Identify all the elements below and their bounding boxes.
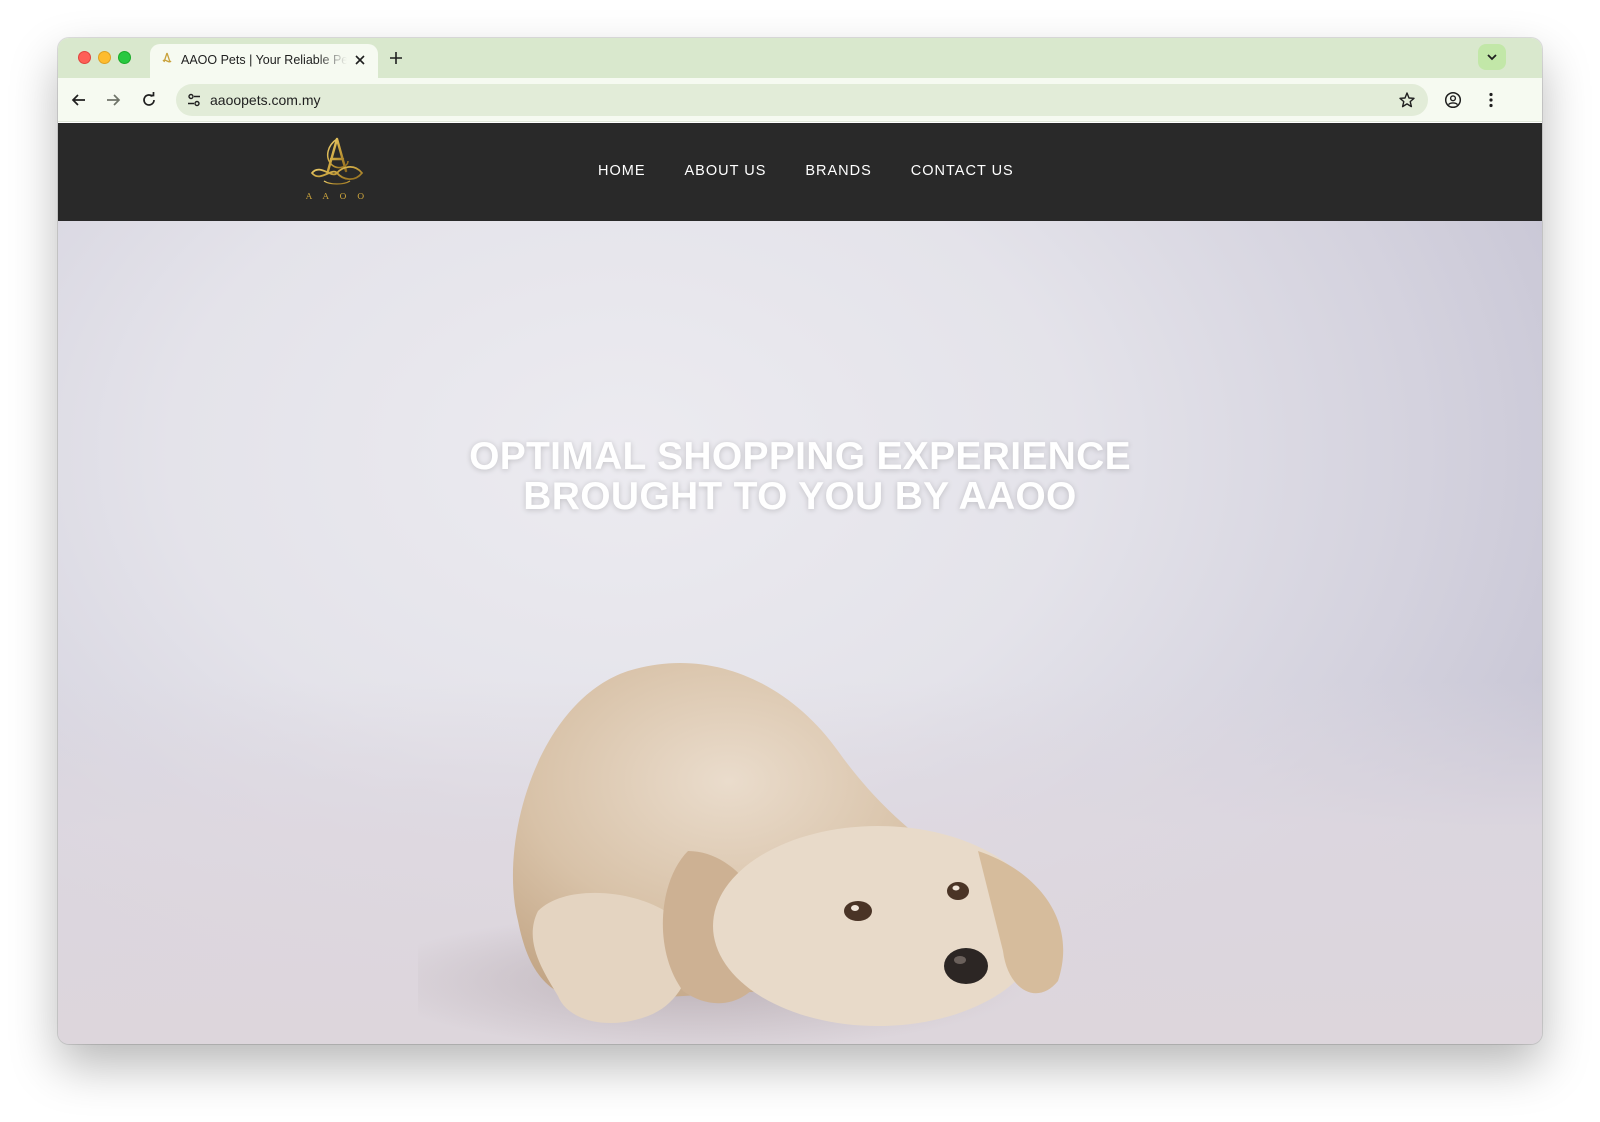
window-minimize-button[interactable]	[98, 51, 111, 64]
site-header: A A O O HOME ABOUT US BRANDS CONTACT US	[58, 123, 1542, 221]
dog-photo	[418, 662, 1064, 1044]
tune-icon[interactable]	[186, 92, 202, 108]
svg-text:A A O O: A A O O	[306, 192, 368, 202]
chevron-down-icon	[1487, 54, 1497, 61]
browser-tab-active[interactable]: AAOO Pets | Your Reliable Pet Partner	[150, 44, 378, 78]
hero-headline: OPTIMAL SHOPPING EXPERIENCE BROUGHT TO Y…	[58, 437, 1542, 517]
window-close-button[interactable]	[78, 51, 91, 64]
nav-item-brands[interactable]: BRANDS	[805, 163, 871, 179]
hero-section: OPTIMAL SHOPPING EXPERIENCE BROUGHT TO Y…	[58, 221, 1542, 1044]
reload-icon[interactable]	[140, 91, 158, 109]
arrow-right-icon[interactable]	[104, 91, 122, 109]
hero-headline-line-2: BROUGHT TO YOU BY AAOO	[523, 475, 1077, 518]
star-icon[interactable]	[1398, 91, 1416, 109]
favicon-icon	[162, 52, 172, 63]
arrow-left-icon[interactable]	[70, 91, 88, 109]
close-icon[interactable]	[353, 53, 367, 67]
tab-strip: AAOO Pets | Your Reliable Pet Partner	[58, 38, 1542, 78]
address-bar[interactable]: aaoopets.com.my	[176, 84, 1428, 116]
window-maximize-button[interactable]	[118, 51, 131, 64]
tab-search-button[interactable]	[1478, 44, 1506, 70]
hero-headline-line-1: OPTIMAL SHOPPING EXPERIENCE	[469, 435, 1131, 478]
browser-window: AAOO Pets | Your Reliable Pet Partner	[58, 38, 1542, 1044]
browser-toolbar: aaoopets.com.my	[58, 78, 1542, 122]
account-circle-icon[interactable]	[1444, 91, 1462, 109]
kebab-menu-icon[interactable]	[1482, 91, 1500, 109]
nav-item-about-us[interactable]: ABOUT US	[685, 163, 767, 179]
plus-icon[interactable]	[388, 50, 404, 66]
aaoo-logo[interactable]: A A O O	[306, 135, 368, 205]
tab-title: AAOO Pets | Your Reliable Pet Partner	[181, 53, 347, 67]
main-nav: HOME ABOUT US BRANDS CONTACT US	[598, 163, 1053, 179]
url-text[interactable]: aaoopets.com.my	[210, 92, 321, 108]
nav-item-contact-us[interactable]: CONTACT US	[911, 163, 1014, 179]
nav-item-home[interactable]: HOME	[598, 163, 646, 179]
